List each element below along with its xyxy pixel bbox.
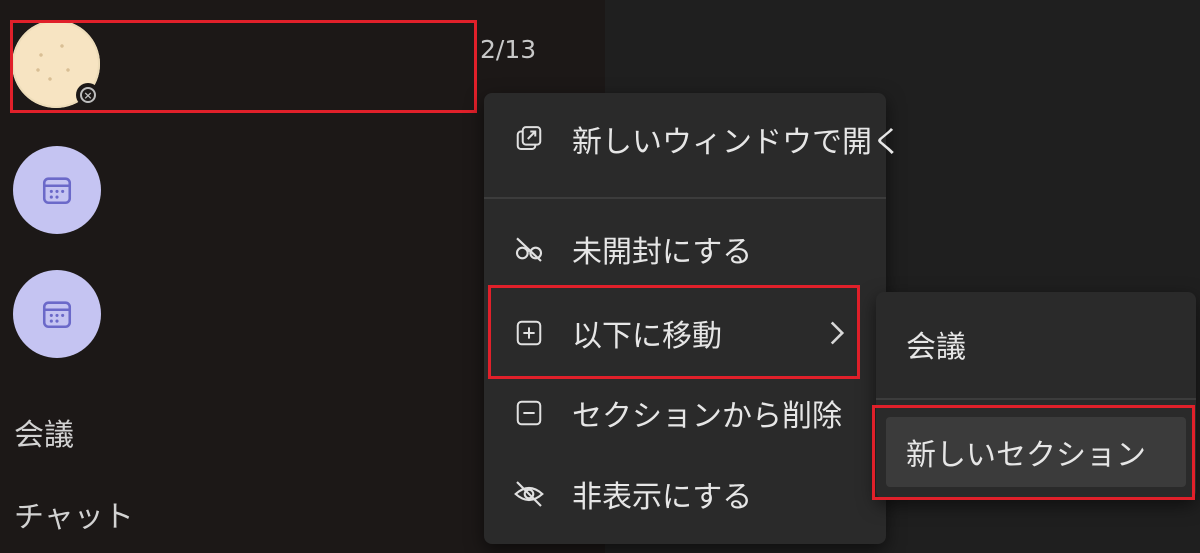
open-in-new-window-icon (513, 123, 545, 155)
meeting-chat-avatar[interactable] (13, 146, 101, 234)
menu-item-label: 未開封にする (572, 235, 753, 270)
move-to-icon (513, 317, 545, 349)
menu-item-mark-unread[interactable]: 未開封にする (484, 213, 886, 285)
context-menu: 新しいウィンドウで開く 未開封にする 以下に移動 セクションから削除 非表示にす… (484, 93, 902, 544)
calendar-icon (42, 301, 72, 329)
section-label-chats[interactable]: チャット (14, 492, 134, 536)
menu-item-label: セクションから削除 (572, 399, 842, 434)
menu-item-label: 新しいウィンドウで開く (572, 125, 902, 160)
mark-unread-icon (513, 233, 545, 265)
calendar-icon (42, 177, 72, 205)
meeting-chat-avatar[interactable] (13, 270, 101, 358)
submenu-item-label: 会議 (906, 330, 966, 365)
chevron-right-icon (826, 319, 848, 351)
section-label-meetings[interactable]: 会議 (14, 410, 74, 454)
status-offline-icon: × (76, 83, 100, 107)
chat-date: 2/13 (480, 35, 537, 64)
avatar-pattern (26, 34, 86, 94)
hide-icon (513, 478, 545, 510)
menu-item-label: 非表示にする (572, 480, 753, 515)
remove-from-section-icon (513, 397, 545, 429)
menu-item-open-new-window[interactable]: 新しいウィンドウで開く (484, 103, 902, 175)
menu-item-move-to[interactable]: 以下に移動 (484, 297, 886, 369)
submenu-item-new-section[interactable]: 新しいセクション (886, 417, 1186, 487)
menu-item-hide[interactable]: 非表示にする (484, 458, 886, 530)
menu-item-remove-from-section[interactable]: セクションから削除 (484, 377, 886, 449)
menu-item-label: 以下に移動 (572, 319, 722, 354)
submenu-item-meetings[interactable]: 会議 (876, 308, 1196, 380)
menu-divider (484, 197, 886, 199)
submenu-divider (876, 398, 1196, 400)
move-to-submenu: 会議 新しいセクション (876, 292, 1196, 499)
submenu-item-label: 新しいセクション (906, 438, 1146, 473)
